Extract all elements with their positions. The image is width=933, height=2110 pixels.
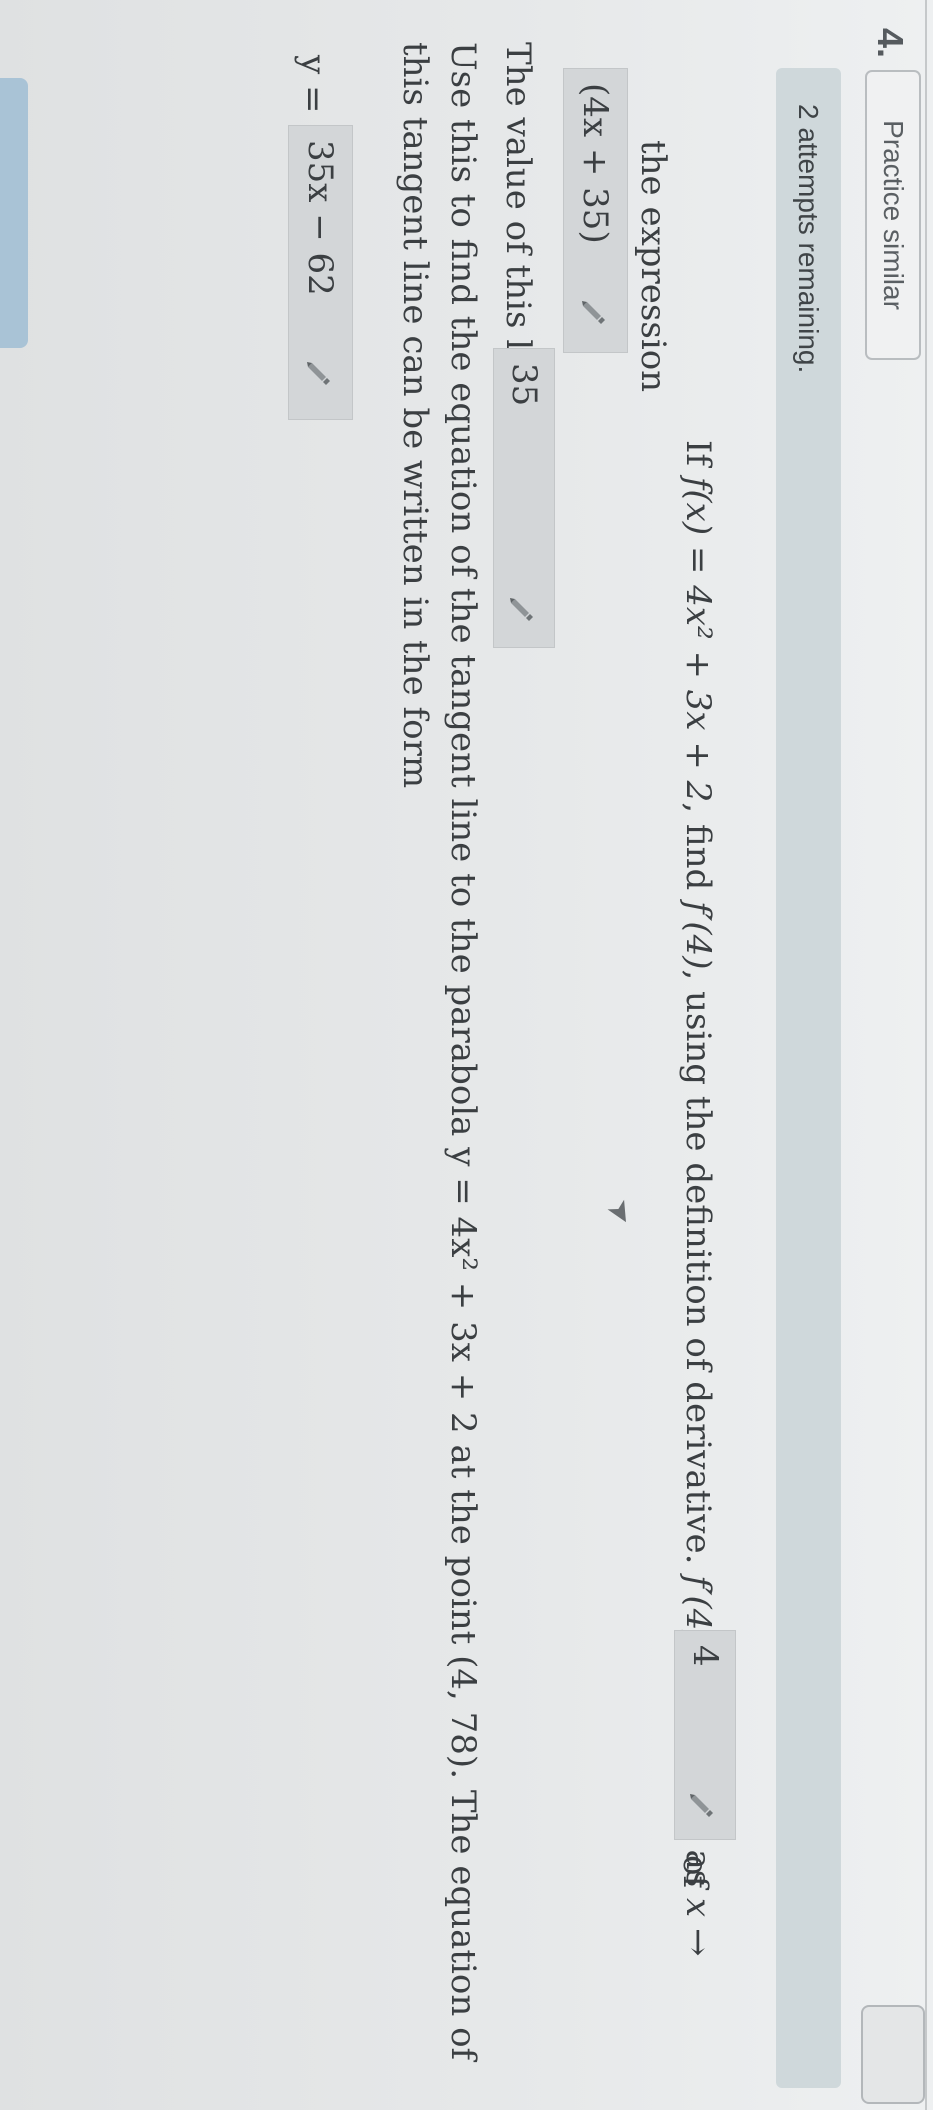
function-definition: f(x) = 4x² + 3x + 2 [678,476,718,803]
side-tab[interactable] [0,78,28,348]
practice-similar-button[interactable]: Practice similar [865,70,921,360]
of-text: of [675,1855,715,1889]
limit-value-input[interactable]: 35 [493,348,555,648]
top-divider [925,0,927,2110]
question-text-line2: the expression [633,140,673,393]
mouse-cursor-icon: ➤ [599,1192,642,1233]
header-control[interactable] [861,2005,925,2104]
pencil-icon[interactable] [509,595,537,623]
pencil-icon[interactable] [306,359,334,387]
expression-input[interactable]: (4x + 35) [563,68,628,353]
tangent-equation-input[interactable]: 35x − 62 [288,125,353,420]
y-prefix: y = [293,55,333,114]
attempts-text: 2 attempts remaining. [793,104,825,374]
attempts-banner: 2 attempts remaining. [776,68,841,2088]
question-number: 4. [870,28,911,59]
pencil-icon[interactable] [689,1791,717,1819]
tangent-question-line2: this tangent line can be written in the … [395,42,435,789]
limit-point-input[interactable]: 4 [674,1630,736,1840]
pencil-icon[interactable] [581,298,609,326]
tangent-question-line1: Use this to find the equation of the tan… [443,42,483,2061]
derivative-notation: f′(4) [678,901,718,970]
